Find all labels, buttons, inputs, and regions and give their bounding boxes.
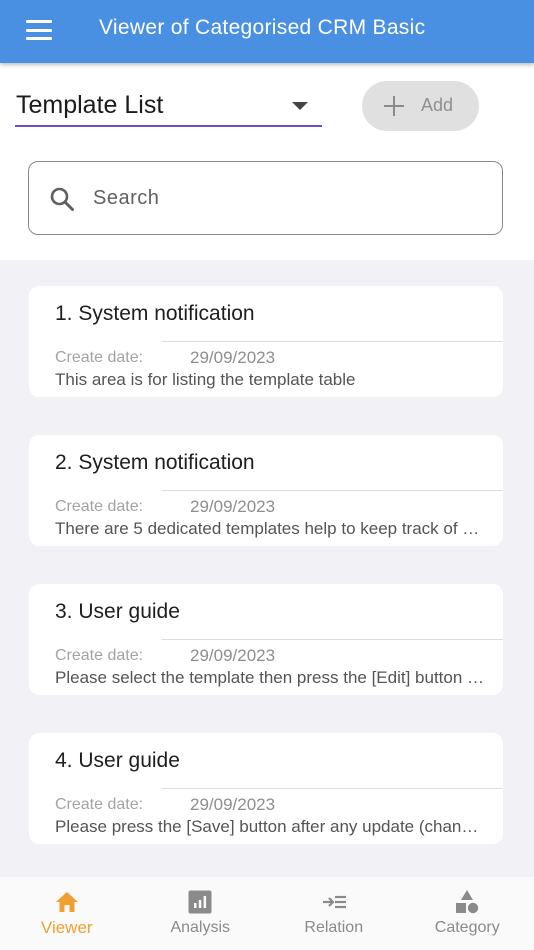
item-title: 4. User guide [55, 749, 180, 772]
item-description: There are 5 dedicated templates help to … [55, 519, 485, 538]
nav-label: Category [434, 919, 500, 936]
chart-icon [188, 890, 212, 914]
date-label: Create date: [55, 796, 144, 813]
add-button[interactable]: Add [362, 81, 479, 131]
template-list: 1. System notification Create date: 29/0… [0, 260, 534, 877]
bottom-nav: Viewer Analysis Relation Category [0, 877, 534, 950]
date-label: Create date: [55, 498, 144, 515]
list-item[interactable]: 1. System notification Create date: 29/0… [29, 286, 503, 397]
divider [162, 490, 503, 491]
date-value: 29/09/2023 [190, 646, 276, 665]
add-button-label: Add [421, 95, 454, 115]
nav-item-analysis[interactable]: Analysis [134, 877, 268, 950]
search-box[interactable] [28, 161, 503, 235]
date-value: 29/09/2023 [190, 795, 276, 814]
date-value: 29/09/2023 [190, 497, 276, 516]
home-icon [55, 892, 78, 912]
item-description: Please press the [Save] button after any… [55, 817, 485, 836]
item-title: 3. User guide [55, 600, 180, 623]
item-title: 2. System notification [55, 451, 255, 474]
divider [162, 341, 503, 342]
nav-item-viewer[interactable]: Viewer [0, 877, 134, 950]
top-panel: Template List Add [0, 63, 534, 260]
app-bar: Viewer of Categorised CRM Basic [0, 0, 534, 63]
nav-label: Viewer [40, 918, 93, 937]
nav-item-category[interactable]: Category [401, 877, 534, 950]
dropdown-arrow-icon [292, 102, 308, 110]
date-value: 29/09/2023 [190, 348, 276, 367]
app-title: Viewer of Categorised CRM Basic [99, 16, 426, 39]
template-type-dropdown[interactable]: Template List [15, 87, 322, 127]
item-description: This area is for listing the template ta… [55, 370, 356, 389]
dropdown-value: Template List [16, 91, 164, 119]
category-icon [456, 890, 479, 914]
search-icon [50, 187, 74, 211]
divider [162, 639, 503, 640]
menu-icon[interactable] [26, 20, 52, 40]
date-label: Create date: [55, 349, 144, 366]
plus-icon [384, 96, 404, 116]
nav-label: Relation [304, 919, 364, 936]
search-input[interactable] [93, 180, 483, 216]
date-label: Create date: [55, 647, 144, 664]
nav-label: Analysis [170, 919, 231, 936]
nav-item-relation[interactable]: Relation [267, 877, 401, 950]
item-description: Please select the template then press th… [55, 668, 485, 687]
relation-icon [322, 895, 346, 909]
list-item[interactable]: 4. User guide Create date: 29/09/2023 Pl… [29, 733, 503, 844]
list-item[interactable]: 3. User guide Create date: 29/09/2023 Pl… [29, 584, 503, 695]
divider [162, 788, 503, 789]
item-title: 1. System notification [55, 302, 255, 325]
list-item[interactable]: 2. System notification Create date: 29/0… [29, 435, 503, 546]
